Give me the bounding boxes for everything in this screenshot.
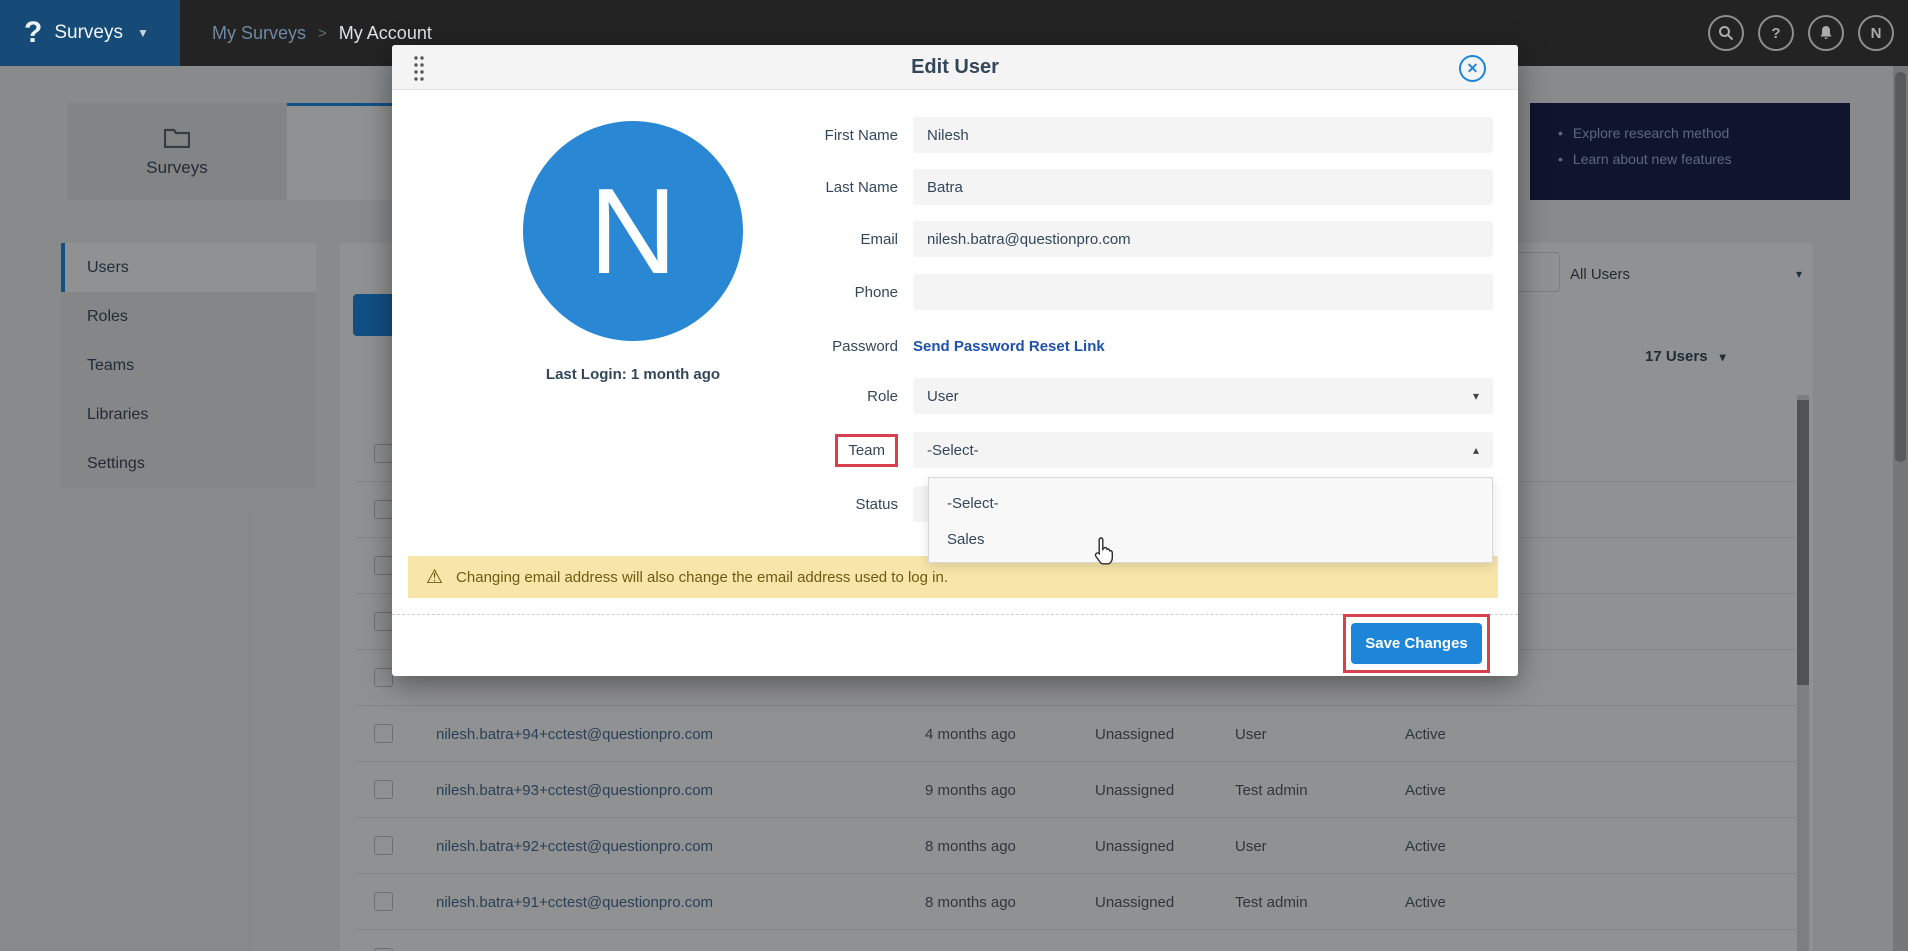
- navbar-actions: ? N: [1708, 0, 1894, 66]
- first-name-label: First Name: [772, 127, 913, 144]
- email-row: Email nilesh.batra@questionpro.com: [772, 221, 1493, 257]
- team-label-annotation: Team: [772, 434, 913, 467]
- breadcrumb-separator: >: [318, 25, 327, 42]
- drag-handle-icon[interactable]: [412, 54, 426, 82]
- notifications-button[interactable]: [1808, 15, 1844, 51]
- team-option-select[interactable]: -Select-: [929, 485, 1492, 521]
- edit-user-modal: Edit User ✕ N Last Login: 1 month ago Fi…: [392, 45, 1518, 676]
- warning-icon: ⚠: [426, 566, 443, 589]
- status-label: Status: [772, 496, 913, 513]
- search-button[interactable]: [1708, 15, 1744, 51]
- team-select[interactable]: -Select- ▴: [913, 432, 1493, 468]
- password-row: Password Send Password Reset Link: [772, 328, 1493, 364]
- chevron-down-icon: ▼: [137, 26, 149, 40]
- help-icon: ?: [1771, 25, 1780, 42]
- modal-header: Edit User ✕: [392, 45, 1518, 90]
- close-icon: ✕: [1467, 60, 1479, 77]
- cursor-pointer-hand: [1092, 536, 1118, 566]
- search-icon: [1718, 25, 1734, 41]
- first-name-input[interactable]: Nilesh: [913, 117, 1493, 153]
- bell-icon: [1818, 25, 1834, 41]
- team-value: -Select-: [927, 442, 979, 459]
- password-label: Password: [772, 338, 913, 355]
- avatar-initial: N: [1871, 25, 1882, 42]
- close-button[interactable]: ✕: [1459, 55, 1486, 82]
- warning-text: Changing email address will also change …: [456, 569, 948, 586]
- help-button[interactable]: ?: [1758, 15, 1794, 51]
- role-value: User: [927, 388, 959, 405]
- app-screen: ? Surveys ▼ My Surveys > My Account ? N: [0, 0, 1908, 951]
- email-value: nilesh.batra@questionpro.com: [927, 231, 1131, 248]
- team-option-sales[interactable]: Sales: [929, 521, 1492, 557]
- chevron-up-icon: ▴: [1473, 443, 1479, 457]
- save-button-annotation: Save Changes: [1343, 614, 1490, 673]
- product-menu[interactable]: ? Surveys ▼: [0, 0, 180, 66]
- team-dropdown-menu: -Select- Sales: [928, 477, 1493, 563]
- last-login-text: Last Login: 1 month ago: [503, 366, 763, 383]
- breadcrumb-my-account: My Account: [339, 23, 432, 44]
- phone-row: Phone: [772, 274, 1493, 310]
- chevron-down-icon: ▾: [1473, 389, 1479, 403]
- first-name-row: First Name Nilesh: [772, 117, 1493, 153]
- email-input[interactable]: nilesh.batra@questionpro.com: [913, 221, 1493, 257]
- role-select[interactable]: User ▾: [913, 378, 1493, 414]
- user-avatar: N: [523, 121, 743, 341]
- last-name-label: Last Name: [772, 179, 913, 196]
- role-row: Role User ▾: [772, 378, 1493, 414]
- role-label: Role: [772, 388, 913, 405]
- first-name-value: Nilesh: [927, 127, 969, 144]
- last-name-row: Last Name Batra: [772, 169, 1493, 205]
- team-label: Team: [835, 434, 898, 467]
- team-row: Team -Select- ▴: [772, 432, 1493, 468]
- user-avatar-initial: N: [589, 161, 677, 301]
- breadcrumb-my-surveys[interactable]: My Surveys: [212, 23, 306, 44]
- last-name-value: Batra: [927, 179, 963, 196]
- modal-title: Edit User: [392, 45, 1518, 90]
- phone-input[interactable]: [913, 274, 1493, 310]
- email-label: Email: [772, 231, 913, 248]
- questionpro-logo-icon: ?: [24, 18, 42, 48]
- last-name-input[interactable]: Batra: [913, 169, 1493, 205]
- send-password-reset-link[interactable]: Send Password Reset Link: [913, 338, 1105, 355]
- account-avatar[interactable]: N: [1858, 15, 1894, 51]
- phone-label: Phone: [772, 284, 913, 301]
- product-menu-label: Surveys: [54, 22, 123, 44]
- save-changes-button[interactable]: Save Changes: [1351, 623, 1482, 664]
